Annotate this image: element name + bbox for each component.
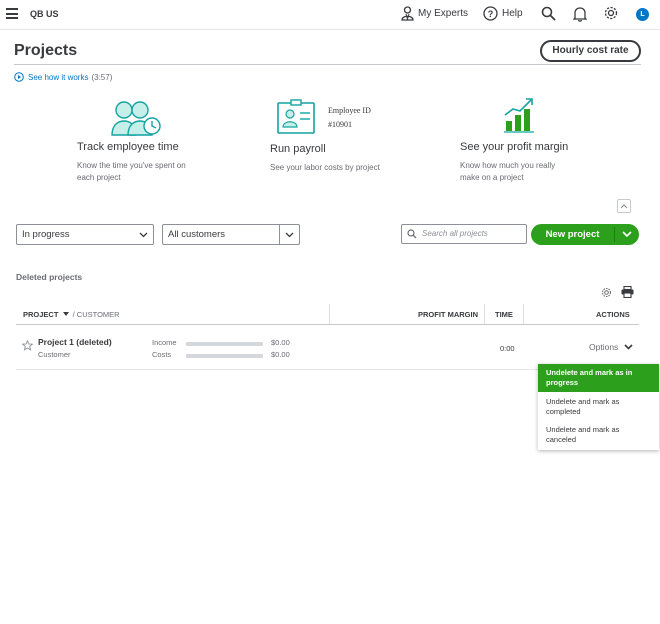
page-title: Projects: [14, 42, 78, 59]
time-value: 0:00: [500, 344, 515, 353]
menu-item-undelete-canceled[interactable]: Undelete and mark as canceled: [538, 420, 659, 448]
income-bar: [186, 342, 263, 346]
see-how-label: See how it works: [28, 72, 89, 82]
search-placeholder: Search all projects: [422, 229, 488, 238]
income-label: Income: [152, 338, 177, 347]
feature-desc-profit-margin-1: Know how much you really: [460, 161, 556, 170]
options-dropdown[interactable]: Options: [589, 342, 633, 352]
customer-filter-value: All customers: [168, 229, 226, 240]
project-customer: Customer: [38, 350, 71, 359]
column-header-project[interactable]: PROJECT / CUSTOMER: [23, 310, 120, 319]
feature-desc-run-payroll: See your labor costs by project: [270, 163, 380, 172]
feature-desc-profit-margin-2: make on a project: [460, 173, 524, 182]
collapse-features-button[interactable]: [617, 199, 631, 213]
bell-icon[interactable]: [573, 6, 587, 22]
growth-chart-icon: [504, 98, 534, 133]
status-filter-select[interactable]: In progress: [16, 224, 154, 245]
customer-filter-select[interactable]: All customers: [162, 224, 300, 245]
feature-desc-track-time-1: Know the time you've spent on: [77, 161, 186, 170]
chevron-down-icon: [139, 232, 147, 237]
svg-text:?: ?: [488, 9, 494, 19]
column-header-time[interactable]: TIME: [495, 310, 513, 319]
chevron-down-icon: [624, 344, 633, 350]
my-experts-link[interactable]: My Experts: [401, 6, 468, 21]
menu-item-undelete-in-progress[interactable]: Undelete and mark as in progress: [538, 364, 659, 392]
deleted-projects-label: Deleted projects: [16, 272, 83, 282]
company-name: QB US: [30, 9, 59, 19]
star-icon[interactable]: [22, 340, 33, 351]
employee-id-badge-icon: [277, 99, 315, 134]
chevron-up-icon: [620, 204, 628, 209]
hourly-cost-rate-button[interactable]: Hourly cost rate: [540, 40, 641, 62]
my-experts-label: My Experts: [418, 8, 469, 19]
sort-down-icon: [62, 312, 69, 316]
badge-employee-number: #10901: [328, 120, 352, 129]
play-circle-icon: [14, 72, 24, 82]
top-bar: QB US My Experts ? Help L: [0, 0, 660, 30]
feature-title-track-time: Track employee time: [77, 141, 179, 153]
new-project-dropdown[interactable]: [615, 224, 639, 245]
menu-item-undelete-completed[interactable]: Undelete and mark as completed: [538, 392, 659, 420]
column-header-profit-margin[interactable]: PROFIT MARGIN: [418, 310, 478, 319]
video-duration: (3:57): [91, 72, 113, 82]
print-icon[interactable]: [621, 286, 634, 298]
search-icon[interactable]: [541, 6, 556, 21]
avatar[interactable]: L: [636, 8, 649, 21]
settings-gear-icon[interactable]: [601, 287, 612, 298]
hamburger-menu-icon[interactable]: [6, 8, 18, 19]
column-header-actions: ACTIONS: [596, 310, 630, 319]
search-icon: [407, 229, 417, 239]
costs-label: Costs: [152, 350, 172, 359]
column-header-customer: / CUSTOMER: [72, 310, 120, 319]
person-icon: [401, 6, 414, 21]
chevron-down-icon: [285, 232, 294, 237]
status-filter-value: In progress: [22, 229, 70, 240]
project-name[interactable]: Project 1 (deleted): [38, 337, 112, 347]
chevron-down-icon: [622, 231, 632, 238]
options-label: Options: [589, 342, 619, 352]
options-menu: Undelete and mark as in progress Undelet…: [538, 364, 659, 450]
costs-value: $0.00: [271, 350, 290, 359]
see-how-it-works-link[interactable]: See how it works (3:57): [14, 72, 112, 82]
new-project-label: New project: [545, 229, 600, 240]
help-label: Help: [502, 8, 523, 19]
help-link[interactable]: ? Help: [483, 6, 523, 21]
gear-icon[interactable]: [603, 5, 619, 21]
title-divider: [14, 64, 641, 65]
costs-bar: [186, 354, 263, 358]
feature-desc-track-time-2: each project: [77, 173, 121, 182]
feature-title-run-payroll: Run payroll: [270, 143, 326, 155]
people-clock-icon: [111, 101, 161, 136]
feature-title-profit-margin: See your profit margin: [460, 141, 569, 153]
badge-employee-id: Employee ID: [328, 106, 371, 115]
income-value: $0.00: [271, 338, 290, 347]
new-project-button[interactable]: New project: [531, 224, 639, 245]
search-projects-input[interactable]: Search all projects: [401, 224, 527, 244]
help-icon: ?: [483, 6, 498, 21]
